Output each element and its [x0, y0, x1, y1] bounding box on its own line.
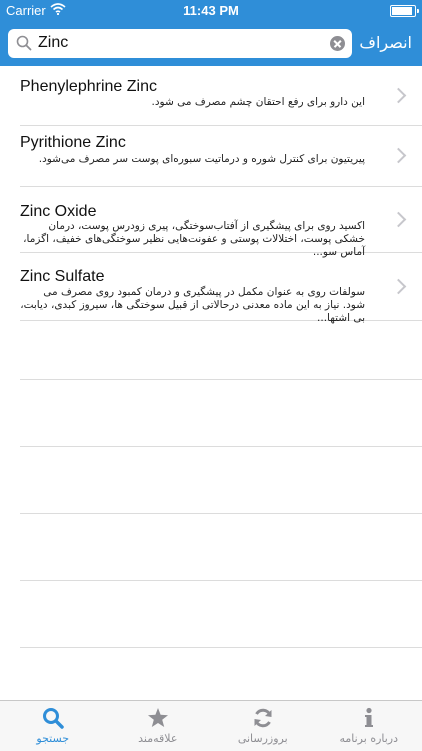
tab-search-label: جستجو: [36, 732, 70, 745]
chevron-right-icon: [390, 211, 407, 228]
divider: [20, 446, 422, 447]
tab-search[interactable]: جستجو: [0, 701, 106, 751]
tab-update[interactable]: بروزرسانی: [210, 701, 316, 751]
search-input[interactable]: [38, 32, 328, 54]
tab-about[interactable]: درباره برنامه: [316, 701, 422, 751]
chevron-right-icon: [390, 87, 407, 104]
drug-title: Zinc Oxide: [20, 203, 97, 220]
clear-search-icon[interactable]: [330, 36, 345, 51]
search-box[interactable]: [8, 29, 352, 58]
search-nav-bar: انصراف: [0, 20, 422, 66]
drug-title: Zinc Sulfate: [20, 268, 105, 285]
status-bar: Carrier 11:43 PM: [0, 0, 422, 20]
cancel-button[interactable]: انصراف: [359, 33, 412, 52]
chevron-right-icon: [390, 278, 407, 295]
tab-update-label: بروزرسانی: [237, 732, 288, 745]
tab-about-label: درباره برنامه: [339, 732, 399, 745]
divider: [20, 647, 422, 648]
tab-bar: درباره برنامه بروزرسانی علاقه‌مند جستجو: [0, 700, 422, 751]
list-item[interactable]: Zinc Oxide اکسید روی برای پیشگیری از آفت…: [20, 187, 422, 258]
list-item[interactable]: Zinc Sulfate سولفات روی به عنوان مکمل در…: [20, 253, 422, 324]
star-icon: [147, 707, 169, 729]
tab-favorites[interactable]: علاقه‌مند: [105, 701, 211, 751]
results-list: Phenylephrine Zinc این دارو برای رفع احت…: [0, 66, 422, 324]
list-item[interactable]: Phenylephrine Zinc این دارو برای رفع احت…: [20, 66, 422, 126]
divider: [20, 513, 422, 514]
divider: [20, 580, 422, 581]
battery-icon: [390, 5, 419, 17]
list-item[interactable]: Pyrithione Zinc پیریتیون برای کنترل شوره…: [20, 126, 422, 187]
drug-description: پیریتیون برای کنترل شوره و درماتیت سبوره…: [38, 153, 365, 165]
search-icon: [16, 35, 32, 51]
drug-description: این دارو برای رفع احتقان چشم مصرف می شود…: [151, 96, 365, 108]
tab-favorites-label: علاقه‌مند: [138, 732, 178, 745]
clock: 11:43 PM: [183, 3, 239, 18]
drug-title: Phenylephrine Zinc: [20, 78, 157, 95]
divider: [20, 379, 422, 380]
refresh-icon: [252, 707, 274, 729]
chevron-right-icon: [390, 147, 407, 164]
search-icon: [42, 707, 64, 729]
drug-description: سولفات روی به عنوان مکمل در پیشگیری و در…: [20, 286, 365, 324]
info-icon: [358, 707, 380, 729]
drug-title: Pyrithione Zinc: [20, 134, 126, 151]
